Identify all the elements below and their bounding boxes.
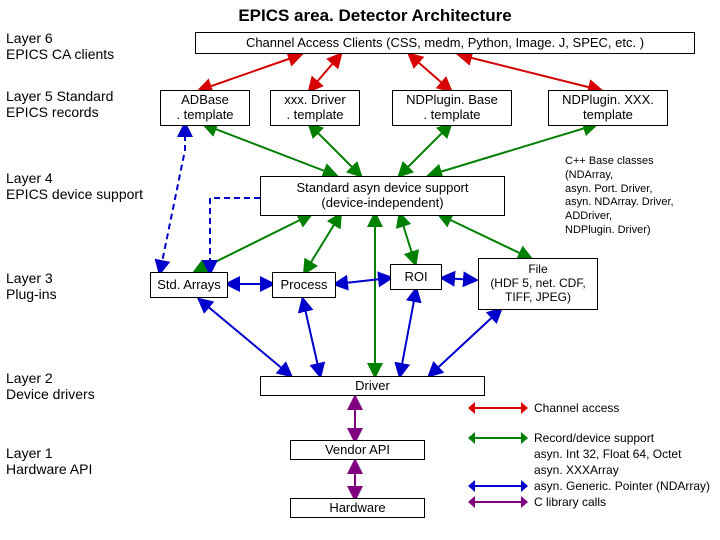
file-box: File(HDF 5, net. CDF,TIFF, JPEG): [478, 258, 598, 310]
xxxdriver-box: xxx. Driver. template: [270, 90, 360, 126]
ndpluginxxx-box: NDPlugin. XXX.template: [548, 90, 668, 126]
driver-box: Driver: [260, 376, 485, 396]
ndpluginbase-box: NDPlugin. Base. template: [392, 90, 512, 126]
layer2-label: Layer 2Device drivers: [6, 370, 146, 402]
stdarrays-box: Std. Arrays: [150, 272, 228, 298]
legend-ca: Channel access: [468, 400, 718, 416]
legend-rec3: asyn. XXXArray: [468, 462, 718, 478]
adbase-box: ADBase. template: [160, 90, 250, 126]
legend-ca-label: Channel access: [534, 401, 619, 416]
roi-box: ROI: [390, 264, 442, 290]
legend-clib-label: C library calls: [534, 495, 606, 510]
layer3-label: Layer 3Plug-ins: [6, 270, 146, 302]
legend-rec-label: Record/device support: [534, 431, 654, 446]
layer6-label: Layer 6EPICS CA clients: [6, 30, 146, 62]
layer4-label: Layer 4EPICS device support: [6, 170, 146, 202]
hardware-box: Hardware: [290, 498, 425, 518]
legend-gp: asyn. Generic. Pointer (NDArray): [468, 478, 718, 494]
legend-arrow-green: [468, 432, 528, 444]
legend-arrow-red: [468, 402, 528, 414]
legend-arrow-blue: [468, 480, 528, 492]
legend-rec2: asyn. Int 32, Float 64, Octet: [468, 446, 718, 462]
vendor-api-box: Vendor API: [290, 440, 425, 460]
legend-arrow-purple: [468, 496, 528, 508]
layer1-label: Layer 1Hardware API: [6, 445, 146, 477]
diagram-title: EPICS area. Detector Architecture: [200, 6, 550, 26]
ca-clients-box: Channel Access Clients (CSS, medm, Pytho…: [195, 32, 695, 54]
asyn-support-box: Standard asyn device support(device-inde…: [260, 176, 505, 216]
legend-rec: Record/device support: [468, 430, 718, 446]
legend-gp-label: asyn. Generic. Pointer (NDArray): [534, 479, 710, 494]
base-classes-annotation: C++ Base classes(NDArray,asyn. Port. Dri…: [565, 155, 715, 238]
legend: Channel access Record/device support asy…: [468, 400, 718, 510]
process-box: Process: [272, 272, 336, 298]
legend-clib: C library calls: [468, 494, 718, 510]
layer5-label: Layer 5 Standard EPICS records: [6, 88, 146, 120]
